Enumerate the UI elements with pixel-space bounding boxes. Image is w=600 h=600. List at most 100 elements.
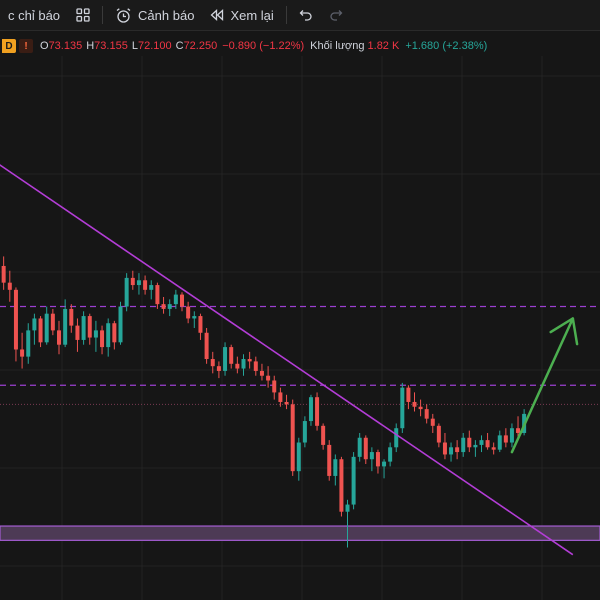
candle-body xyxy=(136,280,141,286)
candle-body xyxy=(69,308,74,326)
rewind-icon xyxy=(210,9,224,21)
candle-body xyxy=(418,406,423,410)
candle-body xyxy=(26,330,31,357)
candle-body xyxy=(479,440,484,445)
candle-body xyxy=(327,444,332,476)
redo-button[interactable] xyxy=(321,0,351,30)
candle-body xyxy=(321,425,326,445)
candle-body xyxy=(118,306,123,343)
candle-body xyxy=(100,330,105,348)
candle-body xyxy=(345,504,350,512)
candle-body xyxy=(247,359,252,362)
candle-body xyxy=(13,289,18,350)
candle-body xyxy=(229,347,234,364)
candle-body xyxy=(467,437,472,448)
candle-body xyxy=(461,437,466,453)
candle-body xyxy=(241,359,246,369)
candle-body xyxy=(375,452,380,467)
candle-body xyxy=(192,316,197,319)
volume-title: Khối lượng xyxy=(310,40,365,52)
volume-value: 1.82 K xyxy=(367,40,400,52)
replay-button[interactable]: Xem lại xyxy=(202,0,281,30)
candle-body xyxy=(223,347,228,371)
undo-button[interactable] xyxy=(291,0,321,30)
candle-body xyxy=(424,409,429,419)
candle-body xyxy=(7,282,12,290)
candle-body xyxy=(124,277,129,307)
candle-body xyxy=(75,325,80,340)
candle-body xyxy=(436,425,441,443)
candle-body xyxy=(357,437,362,457)
candle-body xyxy=(93,330,98,338)
high-value: 73.155 xyxy=(94,40,128,52)
candle-body xyxy=(87,316,92,338)
candle-body xyxy=(130,277,135,286)
candle-body xyxy=(400,387,405,429)
candle-body xyxy=(266,375,271,381)
candle-body xyxy=(290,404,295,472)
change-value: −0.890 (−1.22%) xyxy=(222,40,305,52)
interval-badge[interactable]: D xyxy=(2,39,16,53)
candle-body xyxy=(394,428,399,448)
candle-body xyxy=(430,418,435,426)
candle-body xyxy=(81,316,86,340)
candle-body xyxy=(173,294,178,305)
candle-body xyxy=(112,323,117,343)
candle-body xyxy=(455,447,460,453)
candle-body xyxy=(235,363,240,369)
candle-body xyxy=(369,452,374,460)
candle-body xyxy=(339,459,344,512)
alarm-clock-icon xyxy=(115,7,132,24)
candle-body xyxy=(278,392,283,402)
replay-label: Xem lại xyxy=(230,7,274,23)
candle-body xyxy=(186,306,191,319)
volume-change-value: +1.680 (+2.38%) xyxy=(405,40,488,52)
indicators-label: c chỉ báo xyxy=(8,7,61,23)
candle-body xyxy=(149,285,154,290)
candle-body xyxy=(516,428,521,433)
price-chart[interactable] xyxy=(0,56,600,600)
candle-body xyxy=(333,459,338,476)
candle-body xyxy=(143,280,148,290)
candle-body xyxy=(1,265,6,283)
candle-body xyxy=(272,380,277,393)
candle-body xyxy=(491,447,496,450)
exchange-warning-badge[interactable]: ! xyxy=(19,39,33,53)
candle-body xyxy=(497,435,502,450)
candle-body xyxy=(253,361,258,371)
candle-body xyxy=(449,447,454,455)
redo-icon xyxy=(329,9,343,21)
candle-body xyxy=(363,437,368,460)
candle-body xyxy=(351,456,356,505)
grid-layout-icon xyxy=(76,8,90,22)
candle-body xyxy=(204,332,209,360)
candle-body xyxy=(442,442,447,455)
toolbar-divider xyxy=(102,6,104,24)
close-value: 72.250 xyxy=(183,40,218,52)
candle-body xyxy=(296,442,301,472)
candle-body xyxy=(259,370,264,376)
candle-body xyxy=(38,318,43,343)
candle-body xyxy=(50,313,55,331)
alerts-label: Cảnh báo xyxy=(138,7,195,23)
undo-icon xyxy=(299,9,313,21)
layout-button[interactable] xyxy=(68,0,98,30)
candle-body xyxy=(198,316,203,333)
candle-body xyxy=(308,397,313,422)
candle-body xyxy=(63,308,68,345)
candle-body xyxy=(216,366,221,371)
candle-body xyxy=(20,349,25,357)
candle-body xyxy=(284,401,289,405)
alerts-button[interactable]: Cảnh báo xyxy=(107,0,202,30)
candle-body xyxy=(44,313,49,343)
candle-body xyxy=(106,323,111,348)
candle-body xyxy=(382,461,387,467)
close-key: C xyxy=(175,40,184,52)
candle-body xyxy=(161,304,166,309)
candle-body xyxy=(155,285,160,305)
toolbar-divider xyxy=(285,6,287,24)
indicators-button[interactable]: c chỉ báo xyxy=(0,0,68,30)
candle-body xyxy=(503,435,508,443)
candle-body xyxy=(167,304,172,309)
open-key: O xyxy=(40,40,49,52)
